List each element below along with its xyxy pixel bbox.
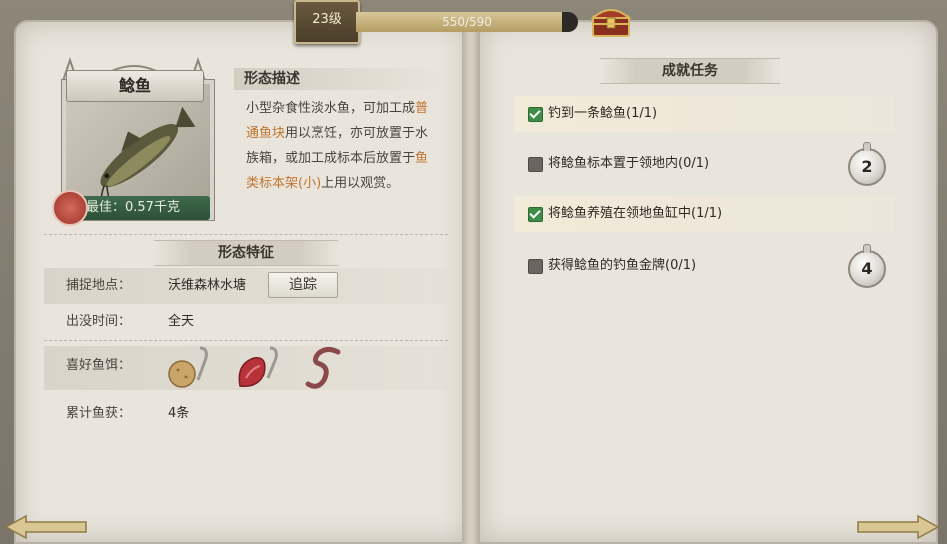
description-part: 小型杂食性淡水鱼，可加工成 xyxy=(246,101,416,116)
task-checkbox xyxy=(528,259,543,274)
time-row: 出没时间： 全天 xyxy=(44,304,448,340)
bread-bait-icon[interactable] xyxy=(164,344,218,392)
catch-value: 4条 xyxy=(168,406,190,421)
task-checkbox xyxy=(528,107,543,122)
fish-portrait: 鲶鱼 最佳：0.57千克 xyxy=(52,54,216,226)
rose-seal-icon xyxy=(52,190,88,226)
reward-medal-icon[interactable]: 4 xyxy=(848,244,886,288)
prev-page-arrow-icon[interactable] xyxy=(4,514,88,540)
location-value: 沃维森林水塘 xyxy=(168,278,247,293)
worm-bait-icon[interactable] xyxy=(298,344,352,392)
treasure-chest-icon[interactable] xyxy=(589,2,633,38)
level-badge: 23级 xyxy=(294,0,360,44)
description-text: 小型杂食性淡水鱼，可加工成普通鱼块用以烹饪，亦可放置于水族箱，或加工成标本后放置… xyxy=(246,96,438,196)
xp-text: 550/590 xyxy=(442,15,492,29)
task-label: 将鲶鱼养殖在领地鱼缸中(1/1) xyxy=(548,206,723,221)
description-part: 上用以观赏。 xyxy=(321,176,400,191)
catch-row: 累计鱼获： 4条 xyxy=(44,396,448,432)
task-label: 获得鲶鱼的钓鱼金牌(0/1) xyxy=(548,258,697,273)
task-row: 将鲶鱼标本置于领地内(0/1) xyxy=(514,146,894,182)
time-value: 全天 xyxy=(168,314,195,329)
task-label: 钓到一条鲶鱼(1/1) xyxy=(548,106,658,121)
divider xyxy=(44,340,448,341)
meat-bait-icon[interactable] xyxy=(232,344,286,392)
time-key: 出没时间： xyxy=(66,314,132,329)
location-key: 捕捉地点： xyxy=(66,278,132,293)
description-title: 形态描述 xyxy=(234,68,444,90)
fish-name: 鲶鱼 xyxy=(66,70,204,102)
achievements-title: 成就任务 xyxy=(600,58,780,84)
catch-key: 累计鱼获： xyxy=(66,406,132,421)
task-row: 获得鲶鱼的钓鱼金牌(0/1) xyxy=(514,248,894,284)
next-page-arrow-icon[interactable] xyxy=(856,514,940,540)
location-row: 捕捉地点： 沃维森林水塘 xyxy=(44,268,448,304)
divider xyxy=(44,234,448,235)
task-checkbox xyxy=(528,207,543,222)
track-button[interactable]: 追踪 xyxy=(268,272,338,298)
task-row: 将鲶鱼养殖在领地鱼缸中(1/1) xyxy=(514,196,894,232)
task-label: 将鲶鱼标本置于领地内(0/1) xyxy=(548,156,710,171)
features-title: 形态特征 xyxy=(154,240,338,266)
reward-medal-icon[interactable]: 2 xyxy=(848,142,886,186)
task-checkbox xyxy=(528,157,543,172)
task-row: 钓到一条鲶鱼(1/1) xyxy=(514,96,894,132)
bait-key: 喜好鱼饵： xyxy=(66,358,132,373)
xp-progress-bar: 550/590 xyxy=(356,12,578,32)
level-label: 23级 xyxy=(312,12,342,27)
